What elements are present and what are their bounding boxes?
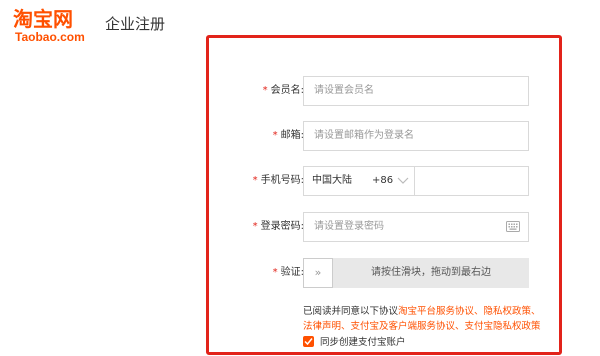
link-alipay-privacy[interactable]: 、支付宝隐私权政策 bbox=[455, 321, 541, 332]
logo-cn-text: 淘宝网 bbox=[13, 7, 73, 31]
sync-alipay-option[interactable]: 同步创建支付宝账户 bbox=[303, 336, 406, 350]
phone-country-code: +86 bbox=[372, 175, 394, 186]
email-row: * 邮箱: 请设置邮箱作为登录名 bbox=[209, 121, 559, 151]
phone-region-select[interactable]: 中国大陆 +86 bbox=[304, 167, 414, 195]
password-row: * 登录密码: 请设置登录密码 bbox=[209, 212, 559, 242]
phone-label: * 手机号码: bbox=[252, 175, 304, 186]
password-placeholder: 请设置登录密码 bbox=[314, 221, 384, 232]
member-name-label: * 会员名: bbox=[262, 85, 304, 96]
password-label: * 登录密码: bbox=[252, 221, 304, 232]
logo-en-text: Taobao.com bbox=[15, 30, 85, 44]
agreement-separator: 、 bbox=[531, 306, 541, 317]
required-star: * bbox=[252, 175, 258, 186]
member-name-input[interactable]: 请设置会员名 bbox=[303, 76, 529, 106]
password-input[interactable]: 请设置登录密码 bbox=[303, 212, 529, 242]
link-alipay-client-agreement[interactable]: 、支付宝及客户端服务协议 bbox=[341, 321, 455, 332]
verify-label: * 验证: bbox=[272, 267, 304, 278]
verify-row: * 验证: » 请按住滑块，拖动到最右边 bbox=[209, 258, 559, 288]
keyboard-icon[interactable] bbox=[506, 221, 520, 232]
phone-number-input[interactable] bbox=[415, 167, 528, 195]
email-placeholder: 请设置邮箱作为登录名 bbox=[314, 130, 414, 141]
taobao-logo[interactable]: 淘宝网 Taobao.com bbox=[13, 8, 99, 44]
email-input[interactable]: 请设置邮箱作为登录名 bbox=[303, 121, 529, 151]
required-star: * bbox=[272, 130, 278, 141]
phone-row: * 手机号码: 中国大陆 +86 bbox=[209, 166, 559, 196]
phone-region: 中国大陆 bbox=[312, 175, 352, 186]
verify-slider[interactable]: » 请按住滑块，拖动到最右边 bbox=[303, 258, 529, 288]
agreement-text: 已阅读并同意以下协议淘宝平台服务协议、隐私权政策、法律声明、支付宝及客户端服务协… bbox=[303, 304, 553, 334]
link-platform-agreement[interactable]: 淘宝平台服务协议 bbox=[398, 306, 474, 317]
link-legal-statement[interactable]: 法律声明 bbox=[303, 321, 341, 332]
slider-handle[interactable]: » bbox=[303, 258, 333, 288]
link-privacy-policy[interactable]: 、隐私权政策 bbox=[474, 306, 531, 317]
required-star: * bbox=[262, 85, 268, 96]
sync-label: 同步创建支付宝账户 bbox=[320, 337, 406, 348]
slider-hint: 请按住滑块，拖动到最右边 bbox=[371, 267, 491, 278]
required-star: * bbox=[252, 221, 258, 232]
member-name-row: * 会员名: 请设置会员名 bbox=[209, 76, 559, 106]
member-name-placeholder: 请设置会员名 bbox=[314, 85, 374, 96]
email-label: * 邮箱: bbox=[272, 130, 304, 141]
registration-form: * 会员名: 请设置会员名 * 邮箱: 请设置邮箱作为登录名 * 手机号码: 中国大陆… bbox=[206, 35, 562, 355]
sync-checkbox[interactable] bbox=[303, 336, 314, 347]
agreement-prefix: 已阅读并同意以下协议 bbox=[303, 306, 399, 317]
phone-field: 中国大陆 +86 bbox=[303, 166, 529, 196]
check-icon bbox=[304, 338, 313, 346]
required-star: * bbox=[272, 267, 278, 278]
chevron-down-icon bbox=[397, 177, 409, 184]
page-title: 企业注册 bbox=[105, 15, 166, 33]
